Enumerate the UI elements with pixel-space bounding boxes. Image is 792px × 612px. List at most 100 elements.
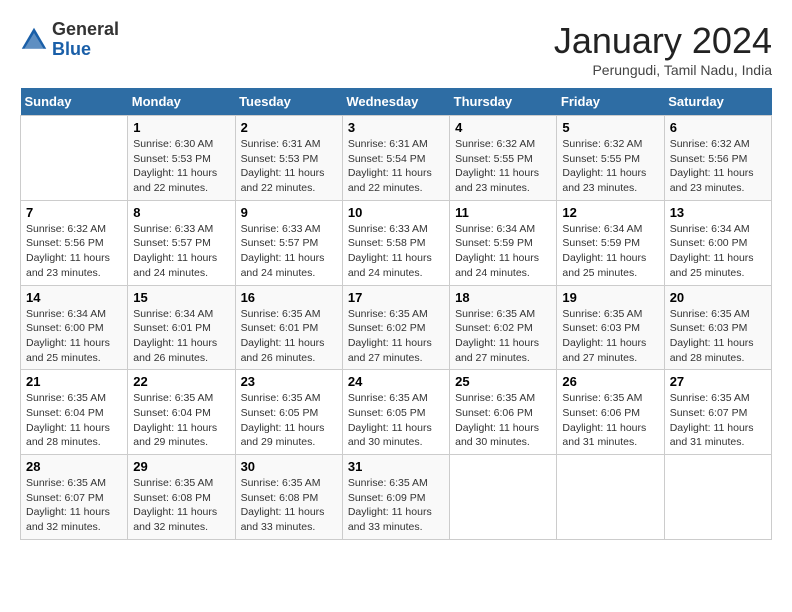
day-info: Sunrise: 6:35 AMSunset: 6:06 PMDaylight:… <box>562 391 658 450</box>
calendar-cell: 21 Sunrise: 6:35 AMSunset: 6:04 PMDayligh… <box>21 370 128 455</box>
day-info: Sunrise: 6:31 AMSunset: 5:54 PMDaylight:… <box>348 137 444 196</box>
day-number: 20 <box>670 290 766 305</box>
day-number: 12 <box>562 205 658 220</box>
calendar-cell: 13 Sunrise: 6:34 AMSunset: 6:00 PMDayligh… <box>664 200 771 285</box>
day-number: 30 <box>241 459 337 474</box>
day-info: Sunrise: 6:35 AMSunset: 6:02 PMDaylight:… <box>455 307 551 366</box>
day-number: 6 <box>670 120 766 135</box>
weekday-header-wednesday: Wednesday <box>342 88 449 116</box>
day-info: Sunrise: 6:30 AMSunset: 5:53 PMDaylight:… <box>133 137 229 196</box>
day-info: Sunrise: 6:33 AMSunset: 5:57 PMDaylight:… <box>241 222 337 281</box>
day-number: 18 <box>455 290 551 305</box>
day-number: 24 <box>348 374 444 389</box>
weekday-header-saturday: Saturday <box>664 88 771 116</box>
day-info: Sunrise: 6:35 AMSunset: 6:04 PMDaylight:… <box>26 391 122 450</box>
title-block: January 2024 Perungudi, Tamil Nadu, Indi… <box>554 20 772 78</box>
calendar-cell <box>557 455 664 540</box>
calendar-table: SundayMondayTuesdayWednesdayThursdayFrid… <box>20 88 772 540</box>
weekday-header-thursday: Thursday <box>450 88 557 116</box>
calendar-cell: 7 Sunrise: 6:32 AMSunset: 5:56 PMDaylight… <box>21 200 128 285</box>
calendar-cell: 27Sunrise: 6:35 AMSunset: 6:07 PMDayligh… <box>664 370 771 455</box>
day-info: Sunrise: 6:35 AMSunset: 6:05 PMDaylight:… <box>348 391 444 450</box>
calendar-cell: 17 Sunrise: 6:35 AMSunset: 6:02 PMDayligh… <box>342 285 449 370</box>
day-info: Sunrise: 6:32 AMSunset: 5:56 PMDaylight:… <box>26 222 122 281</box>
day-number: 7 <box>26 205 122 220</box>
day-info: Sunrise: 6:32 AMSunset: 5:56 PMDaylight:… <box>670 137 766 196</box>
weekday-header-row: SundayMondayTuesdayWednesdayThursdayFrid… <box>21 88 772 116</box>
day-info: Sunrise: 6:35 AMSunset: 6:03 PMDaylight:… <box>562 307 658 366</box>
calendar-cell: 23 Sunrise: 6:35 AMSunset: 6:05 PMDayligh… <box>235 370 342 455</box>
weekday-header-monday: Monday <box>128 88 235 116</box>
day-number: 9 <box>241 205 337 220</box>
day-info: Sunrise: 6:35 AMSunset: 6:08 PMDaylight:… <box>133 476 229 535</box>
day-info: Sunrise: 6:35 AMSunset: 6:05 PMDaylight:… <box>241 391 337 450</box>
day-number: 10 <box>348 205 444 220</box>
weekday-header-friday: Friday <box>557 88 664 116</box>
calendar-cell: 14Sunrise: 6:34 AMSunset: 6:00 PMDayligh… <box>21 285 128 370</box>
calendar-cell <box>21 116 128 201</box>
day-info: Sunrise: 6:33 AMSunset: 5:57 PMDaylight:… <box>133 222 229 281</box>
day-number: 13 <box>670 205 766 220</box>
calendar-cell <box>450 455 557 540</box>
location-text: Perungudi, Tamil Nadu, India <box>554 62 772 78</box>
day-info: Sunrise: 6:35 AMSunset: 6:08 PMDaylight:… <box>241 476 337 535</box>
day-number: 26 <box>562 374 658 389</box>
day-info: Sunrise: 6:32 AMSunset: 5:55 PMDaylight:… <box>455 137 551 196</box>
day-info: Sunrise: 6:34 AMSunset: 6:00 PMDaylight:… <box>670 222 766 281</box>
day-number: 3 <box>348 120 444 135</box>
calendar-cell: 3 Sunrise: 6:31 AMSunset: 5:54 PMDaylight… <box>342 116 449 201</box>
day-info: Sunrise: 6:34 AMSunset: 5:59 PMDaylight:… <box>562 222 658 281</box>
day-number: 29 <box>133 459 229 474</box>
calendar-cell: 20 Sunrise: 6:35 AMSunset: 6:03 PMDayligh… <box>664 285 771 370</box>
calendar-cell: 31 Sunrise: 6:35 AMSunset: 6:09 PMDayligh… <box>342 455 449 540</box>
day-info: Sunrise: 6:35 AMSunset: 6:06 PMDaylight:… <box>455 391 551 450</box>
day-number: 25 <box>455 374 551 389</box>
day-number: 23 <box>241 374 337 389</box>
calendar-cell: 15 Sunrise: 6:34 AMSunset: 6:01 PMDayligh… <box>128 285 235 370</box>
calendar-cell <box>664 455 771 540</box>
day-number: 14 <box>26 290 122 305</box>
calendar-cell: 4Sunrise: 6:32 AMSunset: 5:55 PMDaylight… <box>450 116 557 201</box>
calendar-cell: 29 Sunrise: 6:35 AMSunset: 6:08 PMDayligh… <box>128 455 235 540</box>
day-number: 31 <box>348 459 444 474</box>
day-info: Sunrise: 6:34 AMSunset: 6:01 PMDaylight:… <box>133 307 229 366</box>
day-number: 1 <box>133 120 229 135</box>
calendar-cell: 8 Sunrise: 6:33 AMSunset: 5:57 PMDaylight… <box>128 200 235 285</box>
day-number: 15 <box>133 290 229 305</box>
day-number: 27 <box>670 374 766 389</box>
day-number: 8 <box>133 205 229 220</box>
calendar-cell: 6 Sunrise: 6:32 AMSunset: 5:56 PMDaylight… <box>664 116 771 201</box>
calendar-cell: 24 Sunrise: 6:35 AMSunset: 6:05 PMDayligh… <box>342 370 449 455</box>
day-number: 17 <box>348 290 444 305</box>
calendar-body: 1 Sunrise: 6:30 AMSunset: 5:53 PMDaylight… <box>21 116 772 540</box>
day-info: Sunrise: 6:35 AMSunset: 6:03 PMDaylight:… <box>670 307 766 366</box>
calendar-cell: 11 Sunrise: 6:34 AMSunset: 5:59 PMDayligh… <box>450 200 557 285</box>
day-number: 21 <box>26 374 122 389</box>
calendar-cell: 1 Sunrise: 6:30 AMSunset: 5:53 PMDaylight… <box>128 116 235 201</box>
day-info: Sunrise: 6:35 AMSunset: 6:02 PMDaylight:… <box>348 307 444 366</box>
day-info: Sunrise: 6:34 AMSunset: 5:59 PMDaylight:… <box>455 222 551 281</box>
day-number: 28 <box>26 459 122 474</box>
day-number: 2 <box>241 120 337 135</box>
page-header: General Blue January 2024 Perungudi, Tam… <box>20 20 772 78</box>
calendar-cell: 22Sunrise: 6:35 AMSunset: 6:04 PMDayligh… <box>128 370 235 455</box>
calendar-cell: 28Sunrise: 6:35 AMSunset: 6:07 PMDayligh… <box>21 455 128 540</box>
calendar-cell: 2 Sunrise: 6:31 AMSunset: 5:53 PMDaylight… <box>235 116 342 201</box>
day-info: Sunrise: 6:35 AMSunset: 6:09 PMDaylight:… <box>348 476 444 535</box>
calendar-cell: 10Sunrise: 6:33 AMSunset: 5:58 PMDayligh… <box>342 200 449 285</box>
calendar-week-4: 21 Sunrise: 6:35 AMSunset: 6:04 PMDayligh… <box>21 370 772 455</box>
day-info: Sunrise: 6:32 AMSunset: 5:55 PMDaylight:… <box>562 137 658 196</box>
calendar-week-3: 14Sunrise: 6:34 AMSunset: 6:00 PMDayligh… <box>21 285 772 370</box>
calendar-cell: 26 Sunrise: 6:35 AMSunset: 6:06 PMDayligh… <box>557 370 664 455</box>
logo: General Blue <box>20 20 119 60</box>
day-number: 5 <box>562 120 658 135</box>
calendar-week-2: 7 Sunrise: 6:32 AMSunset: 5:56 PMDaylight… <box>21 200 772 285</box>
day-info: Sunrise: 6:31 AMSunset: 5:53 PMDaylight:… <box>241 137 337 196</box>
day-info: Sunrise: 6:35 AMSunset: 6:01 PMDaylight:… <box>241 307 337 366</box>
calendar-cell: 12 Sunrise: 6:34 AMSunset: 5:59 PMDayligh… <box>557 200 664 285</box>
calendar-cell: 16Sunrise: 6:35 AMSunset: 6:01 PMDayligh… <box>235 285 342 370</box>
weekday-header-sunday: Sunday <box>21 88 128 116</box>
calendar-cell: 25 Sunrise: 6:35 AMSunset: 6:06 PMDayligh… <box>450 370 557 455</box>
day-number: 11 <box>455 205 551 220</box>
calendar-cell: 18 Sunrise: 6:35 AMSunset: 6:02 PMDayligh… <box>450 285 557 370</box>
